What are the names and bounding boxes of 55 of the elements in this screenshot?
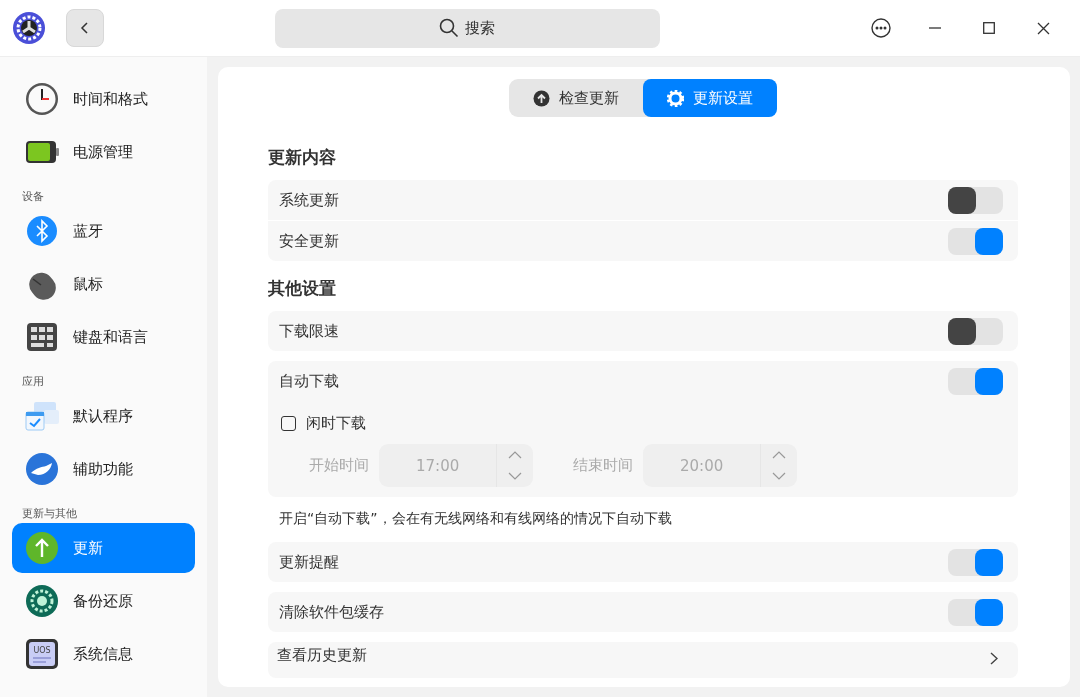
clock-icon	[24, 81, 60, 117]
chevron-down-icon[interactable]	[508, 472, 523, 481]
chevron-down-icon[interactable]	[772, 472, 787, 481]
chevron-right-icon	[990, 652, 998, 665]
setting-label: 更新提醒	[279, 552, 339, 572]
chip-icon: UOS	[24, 636, 60, 672]
chevron-left-icon	[80, 21, 90, 35]
sidebar-item[interactable]: 电源管理	[12, 127, 195, 177]
maximize-icon	[983, 22, 995, 34]
section-label: 设备	[22, 188, 44, 204]
section-heading: 其他设置	[268, 277, 336, 300]
section-heading: 更新内容	[268, 146, 336, 169]
history-link[interactable]: 查看历史更新	[268, 642, 1018, 678]
time-label: 开始时间	[309, 456, 369, 475]
search-icon	[439, 18, 459, 38]
checkbox[interactable]	[281, 415, 296, 431]
sidebar-item[interactable]: 蓝牙	[12, 206, 195, 256]
setting-label: 自动下载	[279, 371, 339, 391]
sidebar-item[interactable]: 时间和格式	[12, 74, 195, 124]
sidebar-item[interactable]: UOS 系统信息	[12, 629, 195, 679]
minimize-icon	[929, 27, 941, 29]
time-label: 结束时间	[573, 456, 633, 475]
sidebar-item[interactable]: 鼠标	[12, 259, 195, 309]
hint-text: 开启“自动下载”，会在有无线网络和有线网络的情况下自动下载	[279, 510, 672, 528]
toggle-switch[interactable]	[948, 317, 1003, 345]
chevron-up-icon[interactable]	[772, 450, 787, 459]
app-logo-icon	[12, 11, 46, 45]
setting-label: 下载限速	[279, 321, 339, 341]
search-field[interactable]: 搜索	[274, 8, 660, 48]
gear-icon	[667, 89, 684, 107]
toggle-switch[interactable]	[948, 227, 1003, 255]
checkbox-label: 闲时下载	[306, 413, 366, 433]
toggle-switch[interactable]	[948, 186, 1003, 214]
toggle-switch[interactable]	[948, 548, 1003, 576]
sidebar-item[interactable]: 更新	[12, 523, 195, 573]
tab[interactable]: 更新设置	[643, 79, 777, 117]
chevron-up-icon[interactable]	[508, 450, 523, 459]
bluetooth-icon	[24, 213, 60, 249]
hand-icon	[24, 451, 60, 487]
close-icon	[1036, 21, 1050, 35]
section-label: 更新与其他	[22, 505, 77, 521]
section-label: 应用	[22, 373, 44, 389]
back-button[interactable]	[66, 9, 104, 47]
sidebar-item[interactable]: 键盘和语言	[12, 312, 195, 362]
sidebar-item[interactable]: 默认程序	[12, 391, 195, 441]
toggle-switch[interactable]	[948, 598, 1003, 626]
gear-icon	[24, 583, 60, 619]
setting-label: 系统更新	[279, 190, 339, 210]
setting-label: 清除软件包缓存	[279, 602, 384, 622]
tab[interactable]: 检查更新	[509, 79, 643, 117]
sidebar-item[interactable]: 备份还原	[12, 576, 195, 626]
more-icon	[871, 18, 891, 38]
setting-label: 安全更新	[279, 231, 339, 251]
toggle-switch[interactable]	[948, 367, 1003, 395]
sidebar-item[interactable]: 辅助功能	[12, 444, 195, 494]
